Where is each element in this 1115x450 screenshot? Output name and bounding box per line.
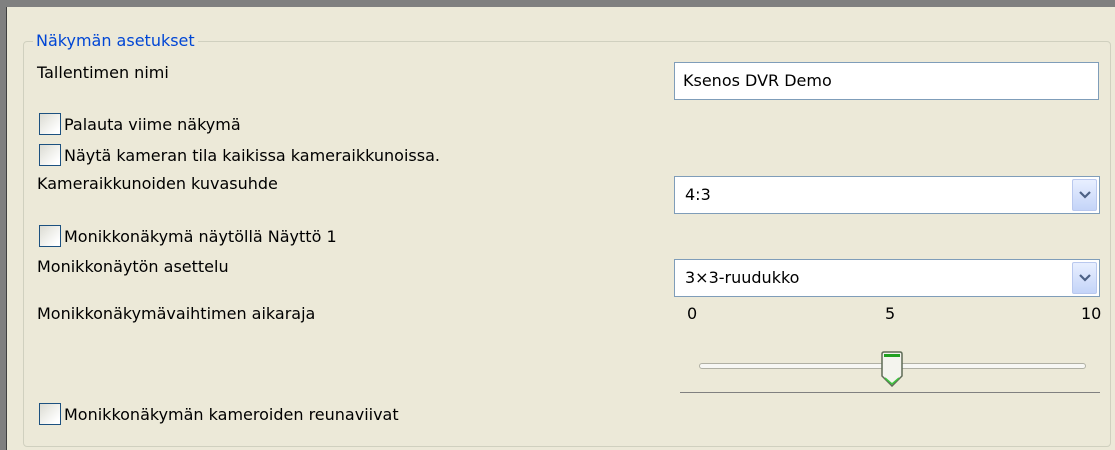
multiview-on-display-checkbox[interactable] <box>39 225 61 247</box>
aspect-ratio-value: 4:3 <box>685 185 711 204</box>
restore-last-view-checkbox[interactable] <box>39 113 61 135</box>
show-camera-status-label: Näytä kameran tila kaikissa kameraikkuno… <box>64 145 440 165</box>
switcher-timeout-label: Monikkonäkymävaihtimen aikaraja <box>37 304 316 323</box>
multiview-on-display-label: Monikkonäkymä näytöllä Näyttö 1 <box>64 226 337 246</box>
restore-last-view-label: Palauta viime näkymä <box>64 114 241 134</box>
camera-borders-label: Monikkonäkymän kameroiden reunaviivat <box>64 404 399 424</box>
multiview-layout-dropdown[interactable]: 3×3-ruudukko <box>674 259 1100 297</box>
slider-tick-label-min: 0 <box>687 304 698 323</box>
window-frame-top <box>0 0 1115 7</box>
multiview-on-display-row[interactable]: Monikkonäkymä näytöllä Näyttö 1 <box>39 225 337 247</box>
camera-borders-row[interactable]: Monikkonäkymän kameroiden reunaviivat <box>39 403 399 425</box>
restore-last-view-row[interactable]: Palauta viime näkymä <box>39 113 241 135</box>
multiview-layout-label: Monikkonäytön asettelu <box>37 257 229 276</box>
aspect-ratio-dropdown[interactable]: 4:3 <box>674 176 1100 214</box>
slider-tick-label-mid: 5 <box>885 304 896 323</box>
camera-borders-checkbox[interactable] <box>39 403 61 425</box>
recorder-name-label: Tallentimen nimi <box>37 63 169 82</box>
aspect-ratio-chevron-down-icon[interactable] <box>1072 179 1097 211</box>
multiview-layout-chevron-down-icon[interactable] <box>1072 262 1097 294</box>
show-camera-status-checkbox[interactable] <box>39 144 61 166</box>
slider-separator-line <box>680 392 1100 393</box>
slider-tick-label-max: 10 <box>1081 304 1102 323</box>
recorder-name-input[interactable]: Ksenos DVR Demo <box>674 62 1099 100</box>
window-frame-left-shadow <box>6 7 7 450</box>
multiview-layout-value: 3×3-ruudukko <box>685 268 800 287</box>
groupbox-title: Näkymän asetukset <box>33 30 198 52</box>
switcher-timeout-slider-thumb[interactable] <box>881 351 903 391</box>
aspect-ratio-label: Kameraikkunoiden kuvasuhde <box>37 174 278 193</box>
show-camera-status-row[interactable]: Näytä kameran tila kaikissa kameraikkuno… <box>39 144 440 166</box>
